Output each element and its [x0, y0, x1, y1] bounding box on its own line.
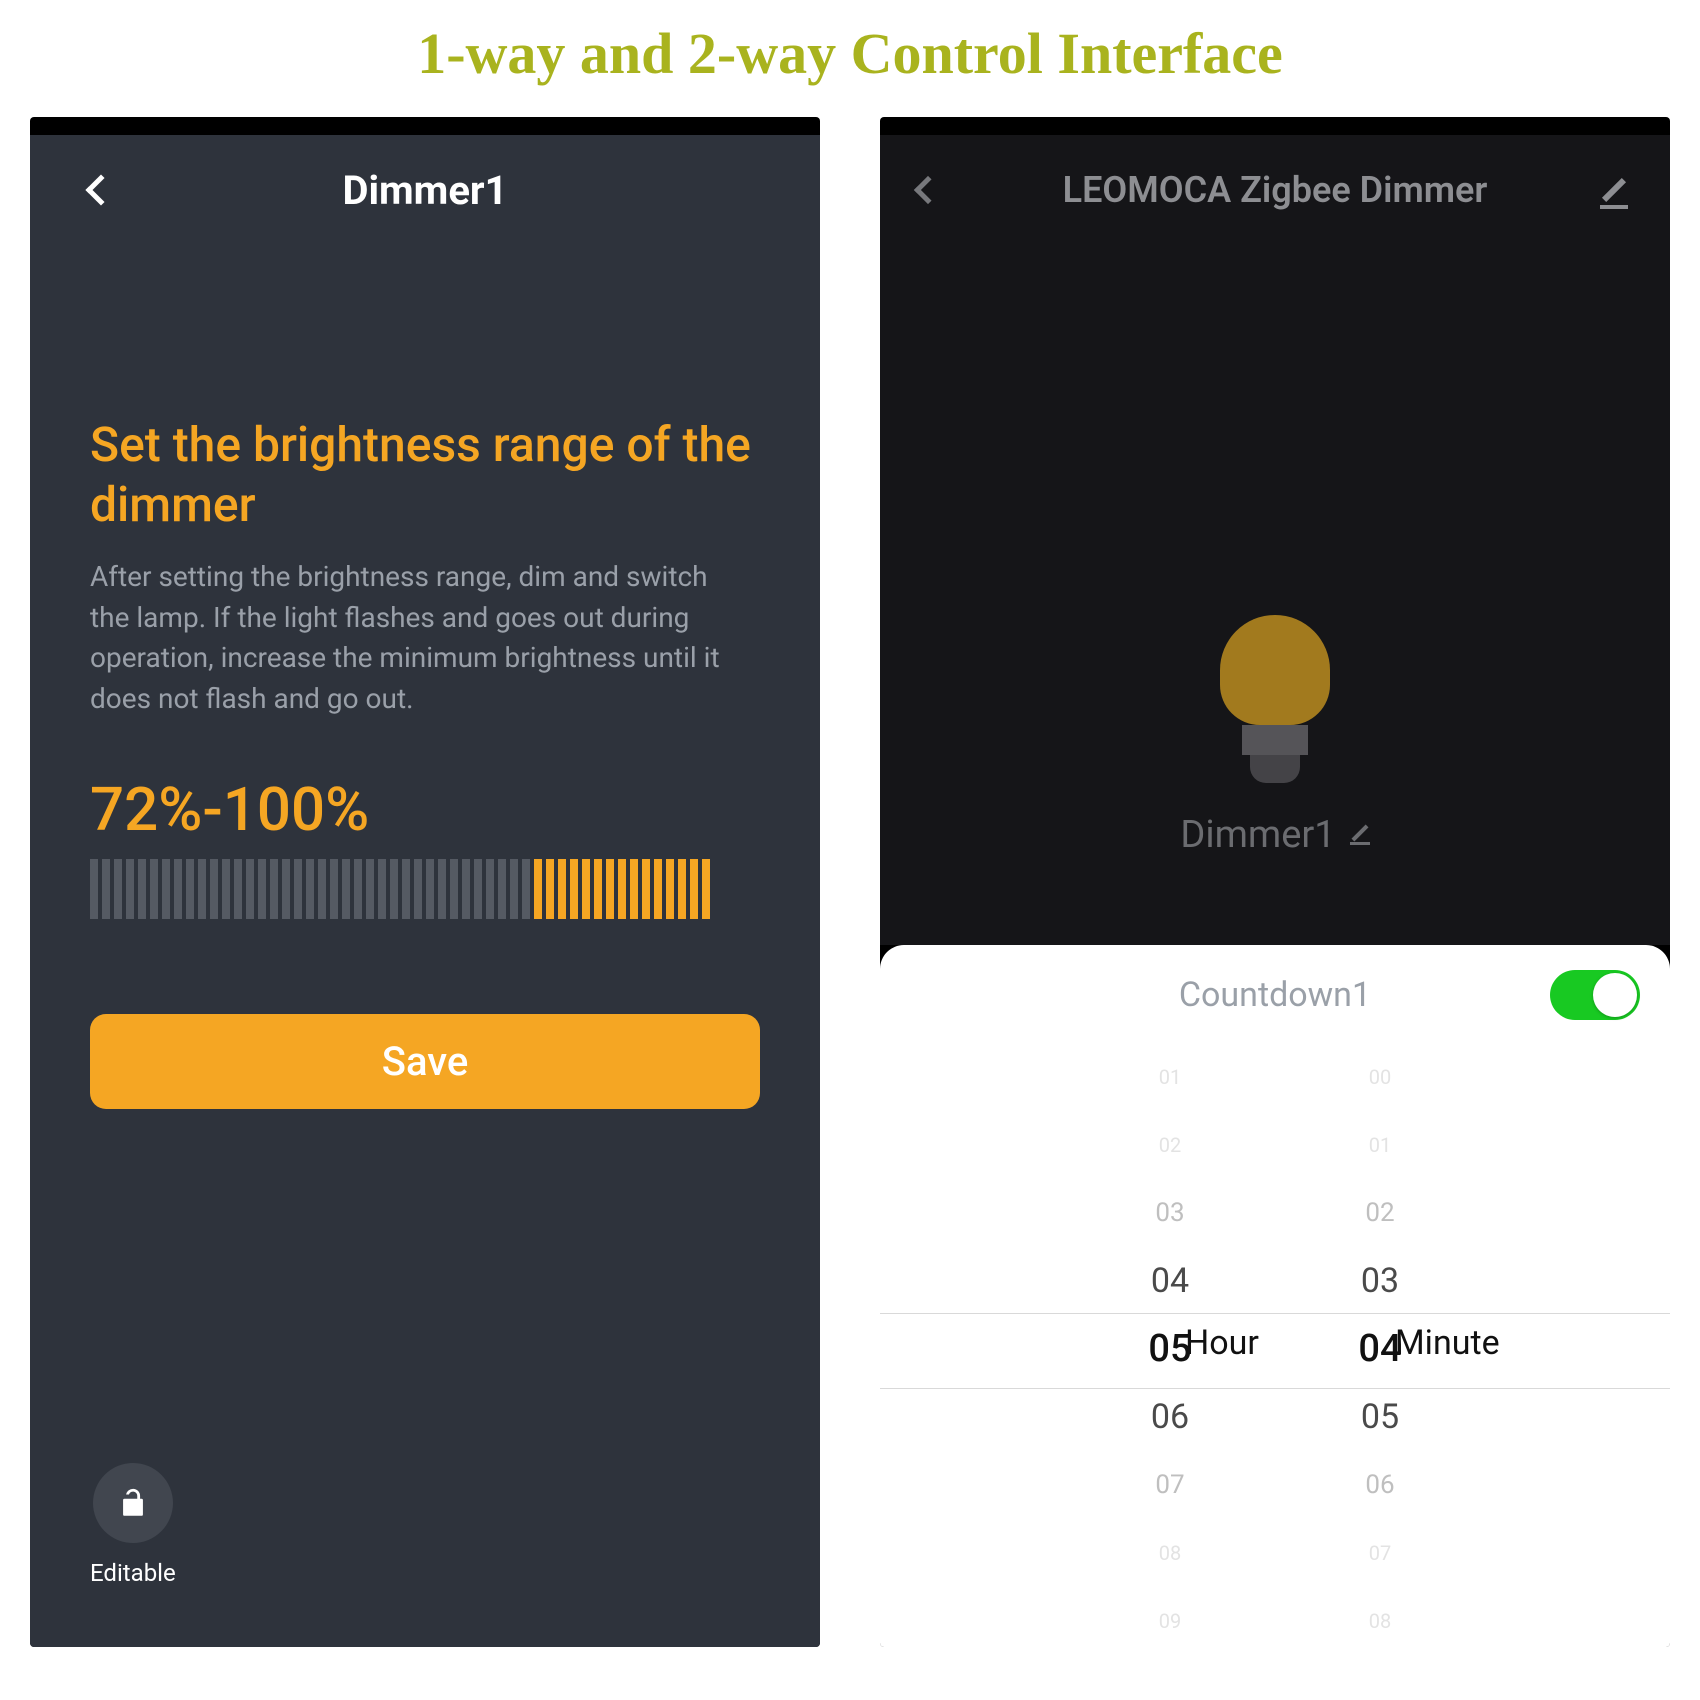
brightness-heading: Set the brightness range of the dimmer	[90, 415, 760, 535]
hour-picker-column[interactable]: 010203040506070809Hour	[1065, 1043, 1275, 1647]
countdown-sheet: Countdown1 010203040506070809Hour 000102…	[880, 945, 1670, 1647]
picker-option[interactable]: 02	[1275, 1179, 1485, 1247]
screen-title: LEOMOCA Zigbee Dimmer	[1063, 169, 1488, 211]
lock-toggle-button[interactable]	[93, 1463, 173, 1543]
picker-option[interactable]: 00	[1275, 1043, 1485, 1111]
phone-right: LEOMOCA Zigbee Dimmer Dimmer1 Countdown1	[880, 117, 1670, 1647]
brightness-range-slider[interactable]	[90, 859, 760, 919]
page-title: 1-way and 2-way Control Interface	[0, 0, 1700, 117]
picker-option[interactable]: 03	[1065, 1179, 1275, 1247]
picker-option[interactable]: 09	[1065, 1587, 1275, 1647]
edit-icon[interactable]	[1350, 825, 1370, 845]
picker-option[interactable]: 07	[1275, 1519, 1485, 1587]
brightness-range-value: 72%-100%	[90, 774, 760, 845]
countdown-toggle[interactable]	[1550, 970, 1640, 1020]
picker-option[interactable]: 01	[1275, 1111, 1485, 1179]
picker-option[interactable]: 01	[1065, 1043, 1275, 1111]
editable-label: Editable	[90, 1559, 176, 1587]
picker-option[interactable]: 03	[1275, 1247, 1485, 1315]
back-icon[interactable]	[85, 174, 116, 205]
device-label: Dimmer1	[1180, 813, 1369, 857]
brightness-description: After setting the brightness range, dim …	[90, 557, 750, 719]
picker-option[interactable]: 07	[1065, 1451, 1275, 1519]
picker-option[interactable]: 08	[1065, 1519, 1275, 1587]
minute-unit-label: Minute	[1395, 1323, 1500, 1363]
picker-option[interactable]: 02	[1065, 1111, 1275, 1179]
picker-option[interactable]: 05	[1275, 1383, 1485, 1451]
hour-unit-label: Hour	[1185, 1323, 1259, 1363]
phone-left: Dimmer1 Set the brightness range of the …	[30, 117, 820, 1647]
picker-option[interactable]: 06	[1275, 1451, 1485, 1519]
back-icon[interactable]	[914, 176, 942, 204]
picker-option[interactable]: 06	[1065, 1383, 1275, 1451]
unlock-icon	[116, 1486, 150, 1520]
minute-picker-column[interactable]: 000102030405060708Minute	[1275, 1043, 1485, 1647]
picker-option[interactable]: 04	[1065, 1247, 1275, 1315]
time-picker[interactable]: 010203040506070809Hour 00010203040506070…	[880, 1037, 1670, 1647]
picker-option[interactable]: 08	[1275, 1587, 1485, 1647]
save-button[interactable]: Save	[90, 1014, 760, 1109]
countdown-title: Countdown1	[1179, 975, 1371, 1015]
bulb-icon	[1220, 615, 1330, 783]
screen-title: Dimmer1	[342, 167, 507, 214]
edit-icon[interactable]	[1600, 175, 1630, 205]
